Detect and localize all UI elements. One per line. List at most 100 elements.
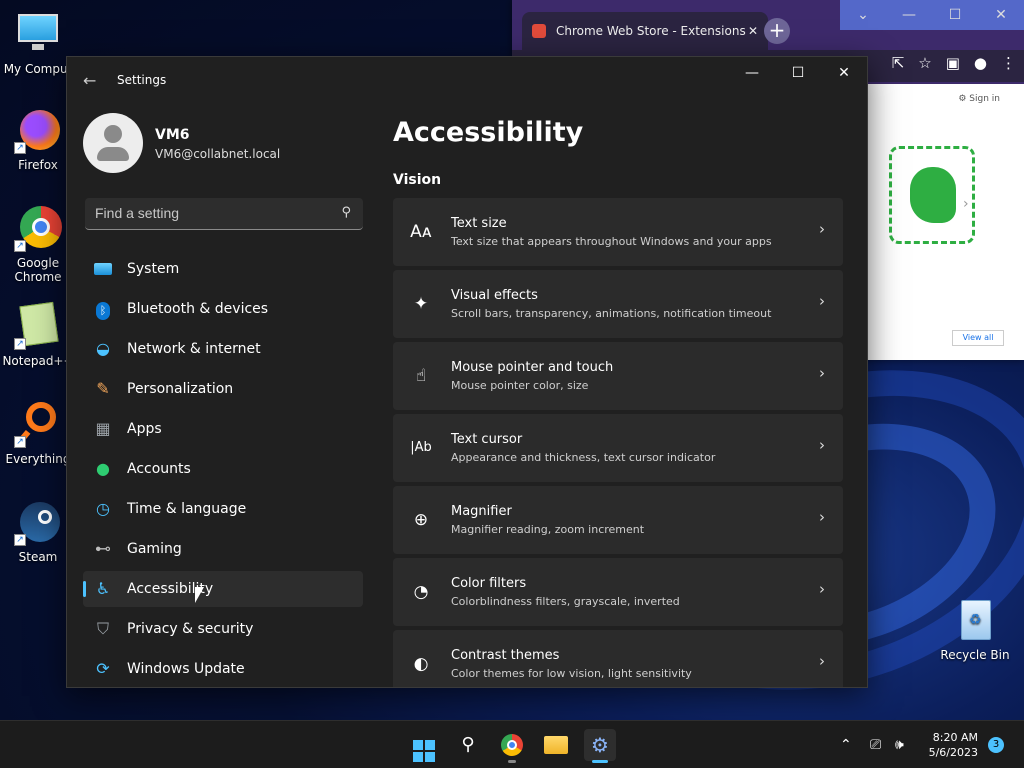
card-contrast-themes[interactable]: ◐ Contrast themes Color themes for low v…	[393, 630, 843, 687]
notepadpp-icon: ↗	[14, 301, 62, 350]
wifi-icon: ◒	[96, 339, 110, 358]
chevron-right-icon: ›	[819, 652, 825, 670]
accessibility-icon: ♿	[95, 579, 111, 598]
evernote-icon[interactable]	[889, 146, 975, 244]
bluetooth-icon: ᛒ	[93, 299, 113, 320]
sidebar-item-accessibility[interactable]: ♿ Accessibility	[83, 571, 363, 607]
text-size-icon: Aᴀ	[410, 222, 432, 242]
profile-name: VM6	[155, 127, 190, 143]
minimize-button[interactable]: —	[886, 0, 932, 30]
side-panel-icon[interactable]: ▣	[946, 54, 960, 72]
card-text-cursor[interactable]: |Ab Text cursor Appearance and thickness…	[393, 414, 843, 482]
maximize-button[interactable]: ☐	[932, 0, 978, 30]
shield-icon: ⛉	[96, 619, 109, 638]
desktop-icon-google-chrome[interactable]: ↗ Google Chrome	[0, 204, 76, 284]
sidebar-item-windows-update[interactable]: ⟳ Windows Update	[83, 651, 363, 687]
taskbar-search-button[interactable]: ⚲	[452, 729, 484, 761]
view-all-button[interactable]: View all	[952, 330, 1004, 346]
notification-badge[interactable]: 3	[988, 737, 1004, 753]
monitor-icon	[14, 10, 62, 58]
web-store-icon	[532, 24, 546, 38]
more-menu-icon[interactable]: ⋮	[1001, 54, 1016, 72]
desktop-icon-everything[interactable]: ↗ Everything	[0, 400, 76, 466]
search-icon: ⚲	[341, 205, 351, 220]
desktop-icon-steam[interactable]: ↗ Steam	[0, 498, 76, 564]
sparkle-icon: ✦	[413, 294, 429, 314]
chrome-icon: ↗	[14, 204, 62, 252]
window-title: Settings	[117, 73, 167, 87]
pointer-touch-icon: ☝	[415, 366, 427, 386]
taskbar-file-explorer-button[interactable]	[540, 729, 572, 761]
sidebar-item-network[interactable]: ◒ Network & internet	[83, 331, 363, 367]
sidebar-item-gaming[interactable]: ⊷ Gaming	[83, 531, 363, 567]
folder-icon	[544, 736, 568, 754]
maximize-button[interactable]: ☐	[775, 57, 821, 89]
sidebar-item-apps[interactable]: ▦ Apps	[83, 411, 363, 447]
desktop-icon-recycle-bin[interactable]: ♻ Recycle Bin	[937, 596, 1013, 662]
chrome-icon	[501, 734, 523, 756]
profile-icon[interactable]: ●	[974, 54, 987, 72]
gamepad-icon: ⊷	[95, 539, 111, 558]
volume-icon[interactable]: 🕪	[895, 721, 904, 768]
desktop-icon-notepadpp[interactable]: ↗ Notepad++	[0, 301, 76, 368]
close-button[interactable]: ✕	[821, 57, 867, 89]
chevron-right-icon: ›	[819, 436, 825, 454]
taskbar-settings-button[interactable]: ⚙	[584, 729, 616, 763]
back-arrow-icon[interactable]: ←	[83, 71, 96, 90]
clock[interactable]: 8:20 AM 5/6/2023	[929, 730, 978, 760]
card-visual-effects[interactable]: ✦ Visual effects Scroll bars, transparen…	[393, 270, 843, 338]
chevron-right-icon: ›	[819, 580, 825, 598]
sidebar-item-bluetooth[interactable]: ᛒ Bluetooth & devices	[83, 291, 363, 327]
taskbar-chrome-button[interactable]	[496, 729, 528, 763]
search-input[interactable]	[85, 198, 315, 228]
section-heading: Vision	[393, 172, 442, 188]
sidebar-item-personalization[interactable]: ✎ Personalization	[83, 371, 363, 407]
card-magnifier[interactable]: ⊕ Magnifier Magnifier reading, zoom incr…	[393, 486, 843, 554]
chrome-tab-title: Chrome Web Store - Extensions	[556, 24, 746, 38]
clock-time: 8:20 AM	[932, 731, 978, 744]
contrast-icon: ◐	[413, 654, 429, 674]
close-button[interactable]: ✕	[978, 0, 1024, 30]
recycle-bin-icon: ♻	[951, 596, 999, 644]
chevron-right-icon: ›	[819, 508, 825, 526]
chevron-down-icon[interactable]: ⌄	[840, 0, 886, 30]
gear-icon: ⚙	[591, 733, 609, 757]
magnifier-icon: ⊕	[413, 510, 429, 530]
chevron-up-icon[interactable]: ⌃	[840, 721, 852, 768]
system-icon	[93, 259, 113, 279]
text-cursor-icon: |Ab	[410, 440, 432, 455]
share-icon[interactable]: ⇱	[892, 54, 905, 72]
chrome-tab[interactable]: Chrome Web Store - Extensions ✕	[522, 12, 768, 50]
desktop-icon-my-computer[interactable]: My Comput	[0, 10, 76, 76]
firefox-icon: ↗	[14, 106, 62, 154]
chevron-right-icon: ›	[819, 220, 825, 238]
sidebar-item-accounts[interactable]: ● Accounts	[83, 451, 363, 487]
card-color-filters[interactable]: ◔ Color filters Colorblindness filters, …	[393, 558, 843, 626]
minimize-button[interactable]: —	[729, 57, 775, 89]
profile-email: VM6@collabnet.local	[155, 147, 281, 161]
everything-icon: ↗	[14, 400, 62, 448]
search-box[interactable]: ⚲	[85, 198, 363, 230]
page-title: Accessibility	[393, 117, 584, 148]
card-text-size[interactable]: Aᴀ Text size Text size that appears thro…	[393, 198, 843, 266]
person-icon: ●	[96, 459, 110, 478]
clock-date: 5/6/2023	[928, 746, 978, 759]
steam-icon: ↗	[14, 498, 62, 546]
sidebar-item-time-language[interactable]: ◷ Time & language	[83, 491, 363, 527]
apps-icon: ▦	[95, 419, 111, 438]
update-icon: ⟳	[96, 659, 110, 678]
mouse-cursor-icon	[195, 587, 204, 603]
new-tab-button[interactable]: +	[764, 18, 790, 44]
start-button[interactable]	[408, 729, 440, 762]
sidebar-item-system[interactable]: System	[83, 251, 363, 287]
sidebar-item-privacy-security[interactable]: ⛉ Privacy & security	[83, 611, 363, 647]
network-icon[interactable]: ⎚	[870, 721, 881, 768]
desktop-icon-firefox[interactable]: ↗ Firefox	[0, 106, 76, 172]
bookmark-star-icon[interactable]: ☆	[918, 54, 931, 72]
chrome-page: ⚙ Sign in › View all	[867, 84, 1024, 360]
close-tab-icon[interactable]: ✕	[748, 24, 758, 38]
chevron-right-icon[interactable]: ›	[963, 196, 969, 212]
palette-icon: ◔	[413, 582, 429, 602]
sign-in-link[interactable]: ⚙ Sign in	[958, 94, 1000, 104]
card-mouse-pointer-touch[interactable]: ☝ Mouse pointer and touch Mouse pointer …	[393, 342, 843, 410]
